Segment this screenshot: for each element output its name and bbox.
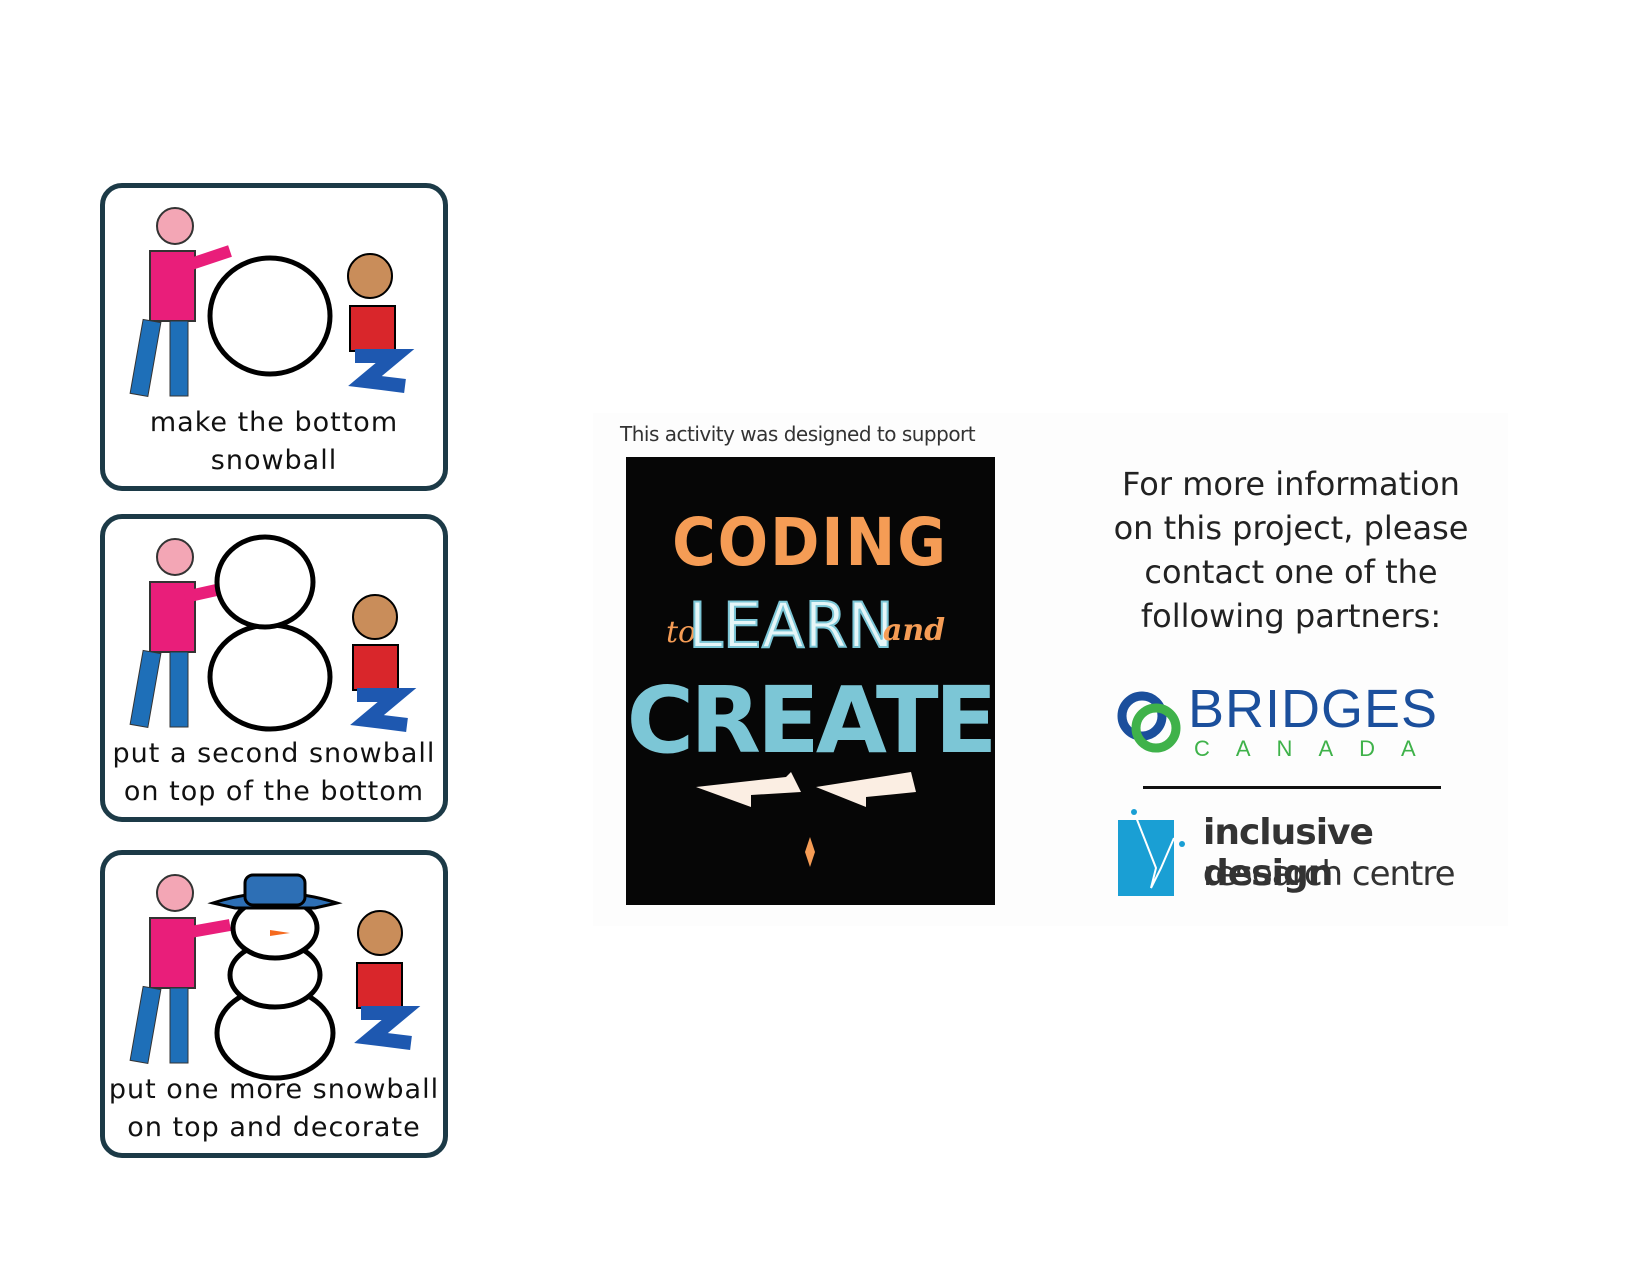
contact-info: For more information on this project, pl… (1090, 462, 1492, 638)
caption-line: on top of the bottom (123, 776, 425, 807)
info-line: For more information (1122, 465, 1460, 503)
card-caption: make the bottom snowball (105, 404, 443, 480)
info-line: on this project, please (1113, 509, 1469, 547)
divider (1143, 786, 1441, 789)
step-card-1: make the bottom snowball (100, 183, 448, 491)
poster-and: and (883, 613, 945, 648)
lightning-icon (816, 772, 916, 807)
idrc-name-line2: research centre (1203, 854, 1456, 894)
bridges-rings-icon (1117, 691, 1181, 753)
caption-line: on top and decorate (127, 1112, 421, 1143)
caption-line: put one more snowball (108, 1074, 440, 1105)
card-caption: put one more snowball on top and decorat… (105, 1071, 443, 1147)
bridges-sub: CANADA (1194, 736, 1442, 761)
snowball-illustration-1 (129, 207, 415, 398)
snowball-icon (207, 255, 333, 377)
poster-coding: CODING (672, 504, 948, 581)
snowball-illustration-2 (129, 534, 417, 732)
coding-to-learn-and-create-logo: CODING to LEARN and CREATE (626, 457, 997, 905)
bridges-canada-logo[interactable]: BRIDGES CANADA (1114, 679, 1454, 772)
child-kneeling-icon (350, 594, 417, 732)
support-caption: This activity was designed to support (620, 422, 976, 446)
snowball-icon (207, 622, 333, 732)
info-line: contact one of the (1144, 553, 1438, 591)
bridges-name: BRIDGES (1188, 679, 1439, 739)
child-kneeling-icon (347, 253, 415, 393)
lightning-icon (696, 772, 801, 807)
poster-learn: LEARN (688, 589, 894, 662)
poster-create: CREATE (627, 667, 994, 774)
caption-line: make the bottom (149, 407, 399, 438)
step-card-2: put a second snowball on top of the bott… (100, 514, 448, 822)
sparkle-icon (805, 837, 815, 867)
idrc-logo[interactable]: inclusive design research centre (1116, 808, 1476, 898)
idrc-mark-icon (1118, 809, 1185, 896)
snowman-illustration (129, 873, 421, 1081)
caption-line: put a second snowball (112, 738, 436, 769)
caption-line: snowball (210, 445, 338, 476)
snowball-icon (214, 534, 316, 630)
step-card-3: put one more snowball on top and decorat… (100, 850, 448, 1158)
card-caption: put a second snowball on top of the bott… (105, 735, 443, 811)
child-kneeling-icon (354, 910, 421, 1050)
info-line: following partners: (1140, 597, 1442, 635)
